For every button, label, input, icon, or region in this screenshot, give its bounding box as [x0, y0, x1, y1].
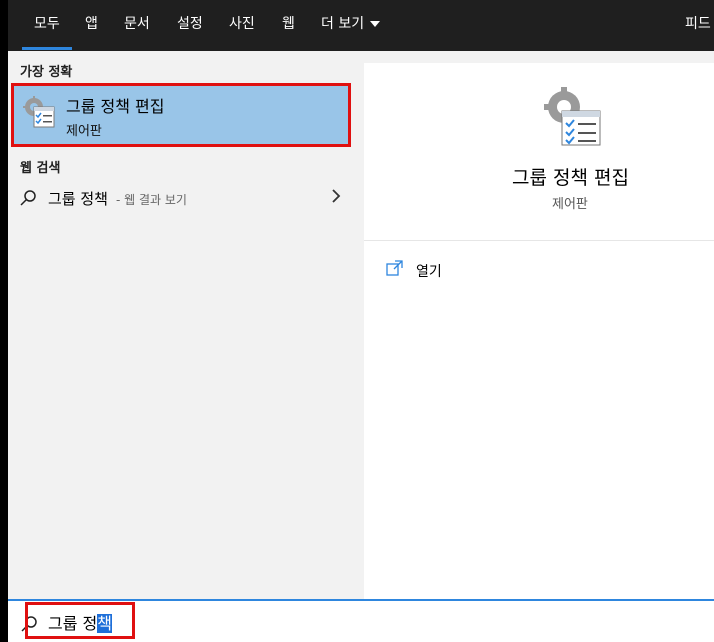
search-selected-text: 책	[97, 614, 112, 633]
preview-app-title: 그룹 정책 편집	[512, 167, 629, 189]
best-match-heading: 가장 정확	[20, 65, 73, 80]
preview-panel: 그룹 정책 편집 제어판 열기	[364, 63, 714, 599]
search-input[interactable]: 그룹 정책	[48, 610, 112, 634]
tab-photos[interactable]: 사진	[229, 0, 255, 51]
preview-app-subtitle: 제어판	[552, 197, 588, 212]
chevron-right-icon	[332, 189, 341, 203]
best-match-subtitle: 제어판	[66, 124, 102, 139]
tab-feedback[interactable]: 피드	[685, 0, 711, 51]
open-action-label: 열기	[416, 264, 442, 280]
tab-documents[interactable]: 문서	[124, 0, 150, 51]
open-external-icon	[386, 260, 403, 276]
search-bar[interactable]: 그룹 정책	[8, 599, 714, 642]
search-icon	[20, 190, 36, 206]
results-list: 가장 정확 그룹 정책 편집 제어판 웹 검색 그룹 정책 - 웹 결과 보기	[8, 51, 356, 599]
web-result-query: 그룹 정책	[48, 190, 108, 208]
open-action[interactable]: 열기	[386, 259, 586, 283]
search-window: 모두 앱 문서 설정 사진 웹 더 보기 피드 가장 정확 그룹 정책 편집 제…	[8, 0, 714, 642]
web-search-result[interactable]: 그룹 정책 - 웹 결과 보기	[8, 183, 356, 213]
divider	[364, 240, 714, 241]
group-policy-icon	[23, 96, 55, 128]
web-result-hint: - 웹 결과 보기	[116, 193, 187, 207]
web-search-heading: 웹 검색	[20, 161, 61, 176]
tab-apps[interactable]: 앱	[85, 0, 98, 51]
tab-more[interactable]: 더 보기	[321, 0, 381, 51]
tab-all[interactable]: 모두	[22, 0, 72, 51]
best-match-item[interactable]: 그룹 정책 편집 제어판	[11, 83, 351, 147]
group-policy-icon	[544, 87, 601, 146]
tab-settings[interactable]: 설정	[177, 0, 203, 51]
tab-web[interactable]: 웹	[282, 0, 295, 51]
search-typed-text: 그룹 정	[48, 614, 98, 633]
caret-down-icon	[370, 21, 381, 27]
best-match-title: 그룹 정책 편집	[66, 97, 165, 116]
filter-tab-bar: 모두 앱 문서 설정 사진 웹 더 보기 피드	[8, 0, 714, 51]
tab-more-label: 더 보기	[321, 16, 365, 32]
